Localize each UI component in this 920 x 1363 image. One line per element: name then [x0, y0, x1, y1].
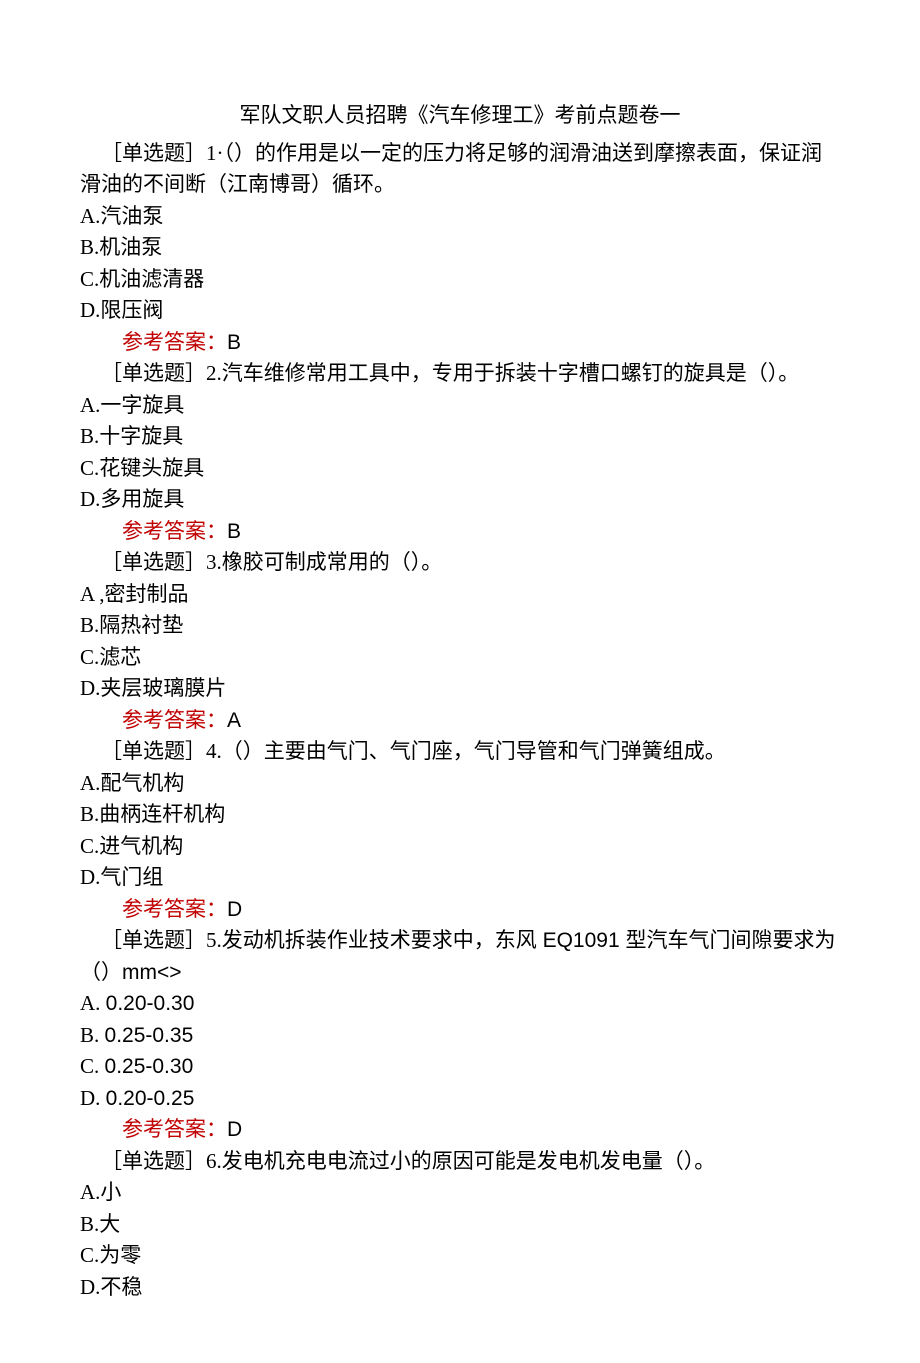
q5-line2-pre: （） [80, 960, 122, 984]
q5-optD-pre: D. [80, 1086, 106, 1110]
q6-option-d: D.不稳 [80, 1272, 840, 1304]
q3-text: ［单选题］3.橡胶可制成常用的（）。 [80, 547, 840, 579]
q3-answer: 参考答案：A [80, 705, 840, 737]
q6-option-b: B.大 [80, 1209, 840, 1241]
q5-answer: 参考答案：D [80, 1114, 840, 1146]
q2-option-d: D.多用旋具 [80, 484, 840, 516]
q5-optD-val: 0.20-0.25 [106, 1087, 195, 1110]
q1-option-a: A.汽油泵 [80, 201, 840, 233]
q5-answer-label: 参考答案： [122, 1117, 227, 1141]
q4-answer-value: D [227, 898, 242, 921]
q2-answer: 参考答案：B [80, 516, 840, 548]
q3-answer-value: A [227, 709, 241, 732]
q3-option-c: C.滤芯 [80, 642, 840, 674]
q2-option-c: C.花键头旋具 [80, 453, 840, 485]
q6-text: ［单选题］6.发电机充电电流过小的原因可能是发电机发电量（）。 [80, 1146, 840, 1178]
q4-answer: 参考答案：D [80, 894, 840, 926]
q5-optA-val: 0.20-0.30 [106, 992, 195, 1015]
q6-option-c: C.为零 [80, 1240, 840, 1272]
q1-option-b: B.机油泵 [80, 232, 840, 264]
q5-optB-val: 0.25-0.35 [105, 1024, 194, 1047]
q5-line1-post: 型汽车气门间隙要求为 [625, 928, 835, 952]
q3-option-b: B.隔热衬垫 [80, 610, 840, 642]
q1-text1: 的作用是以一定的压力将足够的润滑油送到摩擦表面，保证润 [255, 141, 822, 165]
q5-line1-mid: EQ1091 [537, 929, 626, 952]
q4-option-b: B.曲柄连杆机构 [80, 799, 840, 831]
q2-option-b: B.十字旋具 [80, 421, 840, 453]
q1-answer-label: 参考答案： [122, 330, 227, 354]
q5-option-d: D. 0.20-0.25 [80, 1083, 840, 1115]
q5-optA-pre: A. [80, 991, 106, 1015]
document-title: 军队文职人员招聘《汽车修理工》考前点题卷一 [80, 100, 840, 132]
q5-line2-mid: mm<> [122, 961, 182, 984]
q1-text-line2: 滑油的不间断（江南博哥）循环。 [80, 169, 840, 201]
q5-optB-pre: B. [80, 1023, 105, 1047]
q4-option-d: D.气门组 [80, 862, 840, 894]
q4-text: ［单选题］4.（）主要由气门、气门座，气门导管和气门弹簧组成。 [80, 736, 840, 768]
q1-option-d: D.限压阀 [80, 295, 840, 327]
q2-text: ［单选题］2.汽车维修常用工具中，专用于拆装十字槽口螺钉的旋具是（）。 [80, 358, 840, 390]
q1-option-c: C.机油滤清器 [80, 264, 840, 296]
q5-option-c: C. 0.25-0.30 [80, 1051, 840, 1083]
q4-answer-label: 参考答案： [122, 897, 227, 921]
q4-option-a: A.配气机构 [80, 768, 840, 800]
q1-answer-value: B [227, 331, 241, 354]
q5-optC-val: 0.25-0.30 [105, 1055, 194, 1078]
q5-optC-pre: C. [80, 1054, 105, 1078]
q5-option-b: B. 0.25-0.35 [80, 1020, 840, 1052]
q2-answer-label: 参考答案： [122, 519, 227, 543]
q3-option-d: D.夹层玻璃膜片 [80, 673, 840, 705]
q2-option-a: A.一字旋具 [80, 390, 840, 422]
q6-option-a: A.小 [80, 1177, 840, 1209]
q3-option-a: A ,密封制品 [80, 579, 840, 611]
q4-option-c: C.进气机构 [80, 831, 840, 863]
q5-text-line2: （）mm<> [80, 957, 840, 989]
q1-prefix: ［单选题］1·（） [101, 141, 255, 165]
q3-answer-label: 参考答案： [122, 708, 227, 732]
q2-answer-value: B [227, 520, 241, 543]
q5-text-line1: ［单选题］5.发动机拆装作业技术要求中，东风 EQ1091 型汽车气门间隙要求为 [80, 925, 840, 957]
q5-line1-pre: ［单选题］5.发动机拆装作业技术要求中，东风 [101, 928, 537, 952]
q1-text-line1: ［单选题］1·（）的作用是以一定的压力将足够的润滑油送到摩擦表面，保证润 [80, 138, 840, 170]
q5-option-a: A. 0.20-0.30 [80, 988, 840, 1020]
q5-answer-value: D [227, 1118, 242, 1141]
q1-answer: 参考答案：B [80, 327, 840, 359]
